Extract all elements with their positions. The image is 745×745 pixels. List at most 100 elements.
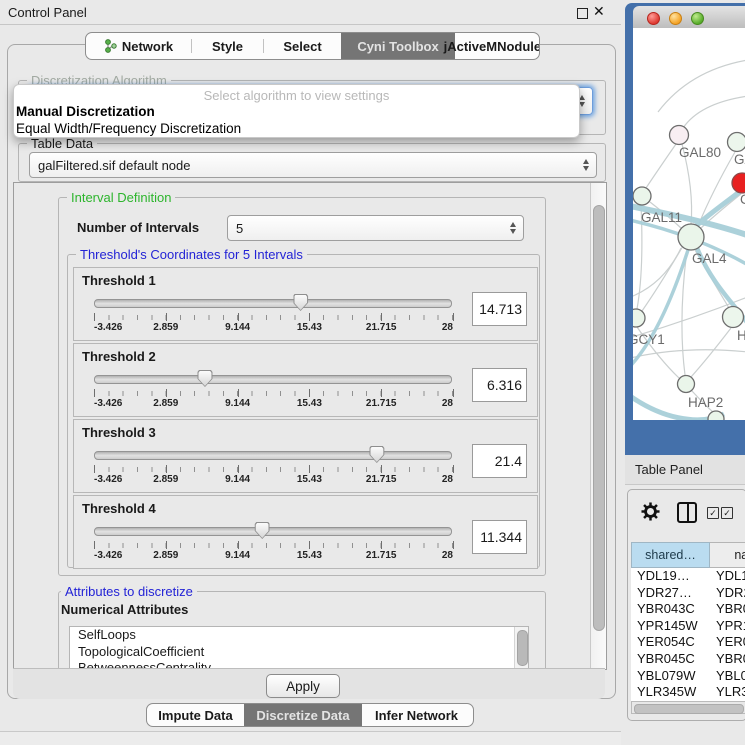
network-icon	[104, 39, 117, 53]
apply-button[interactable]: Apply	[266, 674, 340, 698]
table-data-value: galFiltered.sif default node	[30, 158, 596, 173]
slider-thumb[interactable]	[293, 294, 308, 311]
minimize-traffic-light-icon[interactable]	[669, 12, 682, 25]
dropdown-option-equal-width[interactable]: Equal Width/Frequency Discretization	[14, 120, 579, 137]
node-label: C	[740, 192, 745, 207]
table-data-group-title: Table Data	[27, 136, 97, 151]
threshold-4-value-field[interactable]: 11.344	[472, 520, 527, 554]
tab-cyni-toolbox[interactable]: Cyni Toolbox	[341, 33, 455, 59]
node-label: GAL11	[641, 210, 682, 225]
vertical-scrollbar[interactable]	[590, 183, 606, 669]
numerical-attributes-list[interactable]: SelfLoops TopologicalCoefficient Between…	[69, 626, 529, 670]
screen: Control Panel ✕ Network Style Select Cyn…	[0, 0, 745, 745]
table-data-group: Table Data galFiltered.sif default node	[18, 143, 606, 182]
threshold-2-value-field[interactable]: 6.316	[472, 368, 527, 402]
checkbox-icon[interactable]: ✓	[707, 507, 719, 519]
tab-network[interactable]: Network	[86, 33, 191, 59]
slider-thumb[interactable]	[197, 370, 212, 387]
tab-infer-network[interactable]: Infer Network	[362, 704, 471, 726]
threshold-3-slider[interactable]	[94, 446, 452, 464]
slider-major-ticks	[94, 389, 453, 397]
table-row[interactable]: YBR045CYBR045C	[631, 651, 745, 668]
network-graph: GAL80 GA C GAL11 GAL4 GCY1 H HAP2	[633, 28, 745, 420]
cyni-mode-tabs: Impute Data Discretize Data Infer Networ…	[146, 703, 474, 727]
threshold-1-panel: Threshold 1 -3.4262.8599.14415.4321.7152…	[73, 267, 538, 341]
tab-jactivemnodules[interactable]: jActiveMNodules	[455, 33, 537, 59]
table-row[interactable]: YBL079WYBL079W	[631, 668, 745, 685]
control-panel-tabs: Network Style Select Cyni Toolbox jActiv…	[85, 32, 540, 60]
scrollbar-thumb[interactable]	[517, 630, 528, 666]
scrollbar-thumb[interactable]	[634, 704, 744, 714]
horizontal-scrollbar[interactable]	[631, 701, 745, 714]
slider-tick-labels: -3.4262.8599.14415.4321.71528	[94, 322, 453, 334]
network-window-titlebar[interactable]	[633, 6, 745, 29]
slider-major-ticks	[94, 465, 453, 473]
node-gal4	[678, 224, 704, 250]
threshold-2-slider[interactable]	[94, 370, 452, 388]
apply-row: Apply	[13, 668, 605, 699]
list-scrollbar[interactable]	[514, 627, 528, 670]
list-item[interactable]: SelfLoops	[70, 627, 528, 644]
close-icon[interactable]: ✕	[593, 3, 605, 20]
table-rows[interactable]: YDL19…YDL19 YDR27…YDR27 YBR043CYBR043C Y…	[631, 568, 745, 701]
slider-track[interactable]	[94, 451, 452, 460]
table-header-row: shared… name	[631, 542, 745, 568]
slider-track[interactable]	[94, 527, 452, 536]
table-row[interactable]: YDR27…YDR27	[631, 585, 745, 602]
table-data-combobox[interactable]: galFiltered.sif default node	[29, 152, 597, 178]
threshold-2-panel: Threshold 2 -3.4262.8599.14415.4321.7152…	[73, 343, 538, 417]
threshold-1-value-field[interactable]: 14.713	[472, 292, 527, 326]
float-window-icon[interactable]	[577, 8, 588, 19]
slider-track[interactable]	[94, 375, 452, 384]
table-row[interactable]: YBR043CYBR043C	[631, 601, 745, 618]
node-gcy1	[633, 309, 645, 327]
number-of-intervals-label: Number of Intervals	[77, 220, 199, 235]
tab-select[interactable]: Select	[264, 33, 341, 59]
threshold-3-value-field[interactable]: 21.4	[472, 444, 527, 478]
list-item[interactable]: TopologicalCoefficient	[70, 644, 528, 661]
table-row[interactable]: YPR145WYPR145W	[631, 618, 745, 635]
checkbox-icon[interactable]: ✓	[721, 507, 733, 519]
dropdown-option-manual[interactable]: Manual Discretization	[14, 103, 579, 120]
slider-thumb[interactable]	[255, 522, 270, 539]
zoom-traffic-light-icon[interactable]	[691, 12, 704, 25]
tab-impute-data[interactable]: Impute Data	[147, 704, 244, 726]
network-view-window: GAL80 GA C GAL11 GAL4 GCY1 H HAP2	[625, 3, 745, 455]
table-panel-titlebar: Table Panel	[625, 455, 745, 485]
threshold-coordinates-group: Threshold's Coordinates for 5 Intervals …	[67, 254, 540, 568]
node-gal11	[633, 187, 651, 205]
slider-thumb[interactable]	[369, 446, 384, 463]
node-label: GAL4	[692, 251, 727, 266]
scrollbar-thumb[interactable]	[593, 205, 605, 631]
split-columns-icon[interactable]	[677, 502, 697, 523]
slider-major-ticks	[94, 541, 453, 549]
node-h	[723, 307, 744, 328]
tab-style[interactable]: Style	[192, 33, 263, 59]
node-label: GA	[734, 152, 745, 167]
slider-track[interactable]	[94, 299, 452, 308]
table-row[interactable]: YDL19…YDL19	[631, 568, 745, 585]
network-canvas[interactable]: GAL80 GA C GAL11 GAL4 GCY1 H HAP2	[633, 28, 745, 420]
table-row[interactable]: YLR345WYLR345W	[631, 684, 745, 701]
number-of-intervals-combobox[interactable]: 5	[227, 215, 524, 241]
gear-icon[interactable]	[641, 502, 660, 524]
threshold-2-label: Threshold 2	[82, 349, 156, 364]
table-row[interactable]: YER054CYER054C	[631, 634, 745, 651]
column-header-shared-name[interactable]: shared…	[631, 542, 710, 568]
tab-discretize-data[interactable]: Discretize Data	[244, 704, 362, 726]
threshold-1-slider[interactable]	[94, 294, 452, 312]
attributes-group-title: Attributes to discretize	[61, 584, 197, 599]
threshold-4-slider[interactable]	[94, 522, 452, 540]
threshold-4-label: Threshold 4	[82, 501, 156, 516]
column-header-name[interactable]: name	[710, 542, 745, 568]
node-gal80	[670, 126, 689, 145]
interval-definition-title: Interval Definition	[67, 190, 175, 205]
number-of-intervals-value: 5	[228, 221, 523, 236]
node-label: GAL80	[679, 145, 721, 160]
combo-stepper-icon	[510, 222, 516, 234]
numerical-attributes-label: Numerical Attributes	[61, 602, 188, 617]
close-traffic-light-icon[interactable]	[647, 12, 660, 25]
table-panel: ✓ ✓ shared… name YDL19…YDL19 YDR27…YDR27…	[627, 489, 745, 721]
window-bottom-strip	[0, 732, 621, 745]
slider-major-ticks	[94, 313, 453, 321]
